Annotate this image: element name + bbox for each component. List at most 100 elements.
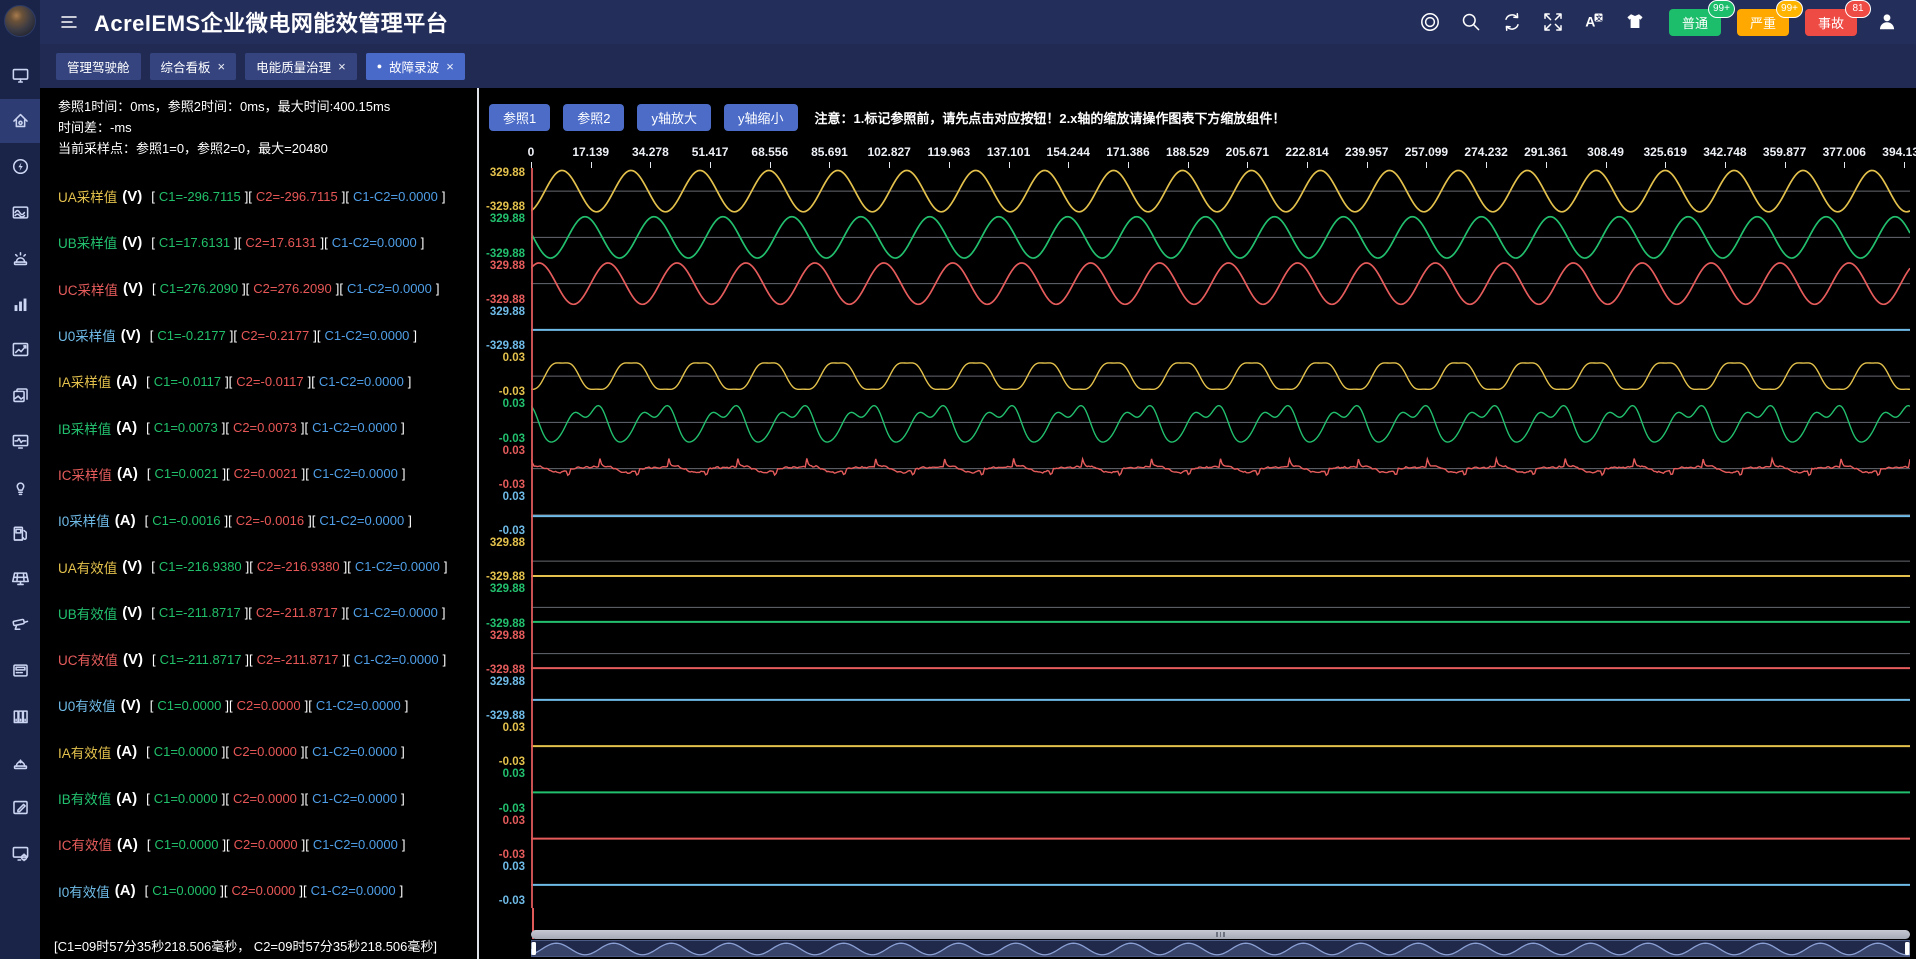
waveform-plot[interactable] bbox=[531, 168, 1910, 908]
channel-label: UA有效值 bbox=[58, 557, 117, 577]
menu-toggle-button[interactable] bbox=[58, 11, 80, 33]
meter-device-icon bbox=[11, 661, 30, 680]
energy-bolt-icon bbox=[11, 157, 30, 176]
tab-电能质量治理[interactable]: 电能质量治理× bbox=[245, 53, 357, 80]
channel-unit: (V) bbox=[122, 234, 142, 251]
search-button[interactable] bbox=[1460, 11, 1482, 33]
datazoom-left-handle[interactable] bbox=[532, 942, 537, 955]
cursor2-value: C2=0.0021 bbox=[234, 466, 298, 481]
alarm-accident-button[interactable]: 事故81 bbox=[1805, 9, 1857, 36]
cursor2-value: C2=17.6131 bbox=[245, 235, 316, 250]
datazoom-right-handle[interactable] bbox=[1905, 942, 1910, 955]
translate-button[interactable]: A文 bbox=[1583, 11, 1605, 33]
x-tick-label: 68.556 bbox=[751, 145, 788, 159]
y-max-label: 0.03 bbox=[503, 445, 525, 457]
sidebar bbox=[0, 0, 40, 959]
channel-label: UB采样值 bbox=[58, 232, 117, 252]
support-button[interactable] bbox=[1419, 11, 1441, 33]
user-menu-button[interactable] bbox=[1876, 11, 1898, 33]
channel-label: IC有效值 bbox=[58, 834, 112, 854]
sidebar-item-wave-chart[interactable] bbox=[0, 190, 40, 234]
sidebar-item-archive-binders[interactable] bbox=[0, 694, 40, 738]
cursor1-value: C1=-211.8717 bbox=[159, 605, 241, 620]
y-max-label: 0.03 bbox=[503, 722, 525, 734]
tab-故障录波[interactable]: ●故障录波× bbox=[366, 53, 465, 80]
y-min-label: -329.88 bbox=[486, 294, 525, 306]
translate-icon: A文 bbox=[1583, 11, 1605, 33]
active-tab-dot-icon: ● bbox=[377, 62, 382, 71]
x-tick-label: 359.877 bbox=[1763, 145, 1806, 159]
fullscreen-button[interactable] bbox=[1542, 11, 1564, 33]
alarm-siren-icon bbox=[11, 249, 30, 268]
user-avatar[interactable] bbox=[4, 5, 36, 37]
tab-管理驾驶舱[interactable]: 管理驾驶舱 bbox=[56, 53, 141, 80]
header-actions: A文 普通99+ 严重99+ 事故81 bbox=[1419, 9, 1898, 36]
alarm-normal-button[interactable]: 普通99+ bbox=[1669, 9, 1721, 36]
x-tick-label: 85.691 bbox=[811, 145, 848, 159]
sidebar-item-lightbulb[interactable] bbox=[0, 465, 40, 509]
reference2-button[interactable]: 参照2 bbox=[563, 104, 624, 131]
sidebar-item-screen-monitor[interactable] bbox=[0, 53, 40, 97]
app-root: { "header": { "title": "AcrelEMS企业微电网能效管… bbox=[0, 0, 1916, 959]
y-min-label: -329.88 bbox=[486, 571, 525, 583]
measurement-row: IB采样值(A)[C1=0.0073][C2=0.0073][C1-C2=0.0… bbox=[58, 404, 473, 450]
y-max-label: 329.88 bbox=[490, 213, 525, 225]
screen-monitor-icon bbox=[11, 66, 30, 85]
yaxis-zoom-out-button[interactable]: y轴缩小 bbox=[724, 104, 798, 131]
y-min-label: -0.03 bbox=[499, 386, 525, 398]
reference1-button[interactable]: 参照1 bbox=[489, 104, 550, 131]
x-tick-label: 274.232 bbox=[1464, 145, 1507, 159]
tab-close-icon[interactable]: × bbox=[446, 59, 454, 74]
tab-close-icon[interactable]: × bbox=[338, 59, 346, 74]
sidebar-item-edit-note[interactable] bbox=[0, 786, 40, 830]
sidebar-item-home[interactable] bbox=[0, 99, 40, 143]
horizontal-scrollbar[interactable] bbox=[531, 930, 1910, 939]
theme-button[interactable] bbox=[1624, 11, 1646, 33]
sidebar-item-solar-panel[interactable] bbox=[0, 557, 40, 601]
time-diff-line: 时间差：-ms bbox=[58, 117, 390, 138]
cursor-diff-value: C1-C2=0.0000 bbox=[316, 698, 401, 713]
refresh-button[interactable] bbox=[1501, 11, 1523, 33]
refresh-icon bbox=[1501, 11, 1523, 33]
sidebar-item-bar-chart[interactable] bbox=[0, 282, 40, 326]
y-max-label: 329.88 bbox=[490, 630, 525, 642]
cursor2-value: C2=-211.8717 bbox=[256, 605, 338, 620]
sidebar-item-monitor-pulse[interactable] bbox=[0, 419, 40, 463]
svg-text:A: A bbox=[1585, 14, 1595, 30]
cursor1-value: C1=0.0073 bbox=[154, 420, 218, 435]
yaxis-zoom-in-button[interactable]: y轴放大 bbox=[637, 104, 711, 131]
cursor-diff-value: C1-C2=0.0000 bbox=[347, 281, 432, 296]
wave-chart-icon bbox=[11, 203, 30, 222]
waveform-IC采样值 bbox=[531, 458, 1910, 475]
datazoom-slider[interactable] bbox=[531, 940, 1910, 957]
sidebar-item-report-images[interactable] bbox=[0, 374, 40, 418]
sidebar-item-energy-bolt[interactable] bbox=[0, 145, 40, 189]
theme-icon bbox=[1624, 11, 1646, 33]
alarm-severe-button[interactable]: 严重99+ bbox=[1737, 9, 1789, 36]
sample-point-line: 当前采样点：参照1=0，参照2=0，最大=20480 bbox=[58, 138, 390, 159]
cursor-diff-value: C1-C2=0.0000 bbox=[311, 883, 396, 898]
cursor-diff-value: C1-C2=0.0000 bbox=[332, 235, 417, 250]
sidebar-item-cctv-camera[interactable] bbox=[0, 603, 40, 647]
channel-unit: (A) bbox=[117, 836, 138, 853]
sidebar-item-alarm-siren[interactable] bbox=[0, 236, 40, 280]
chart-note: 注意：1.标记参照前，请先点击对应按钮！2.x轴的缩放请操作图表下方缩放组件！ bbox=[815, 108, 1286, 127]
y-min-label: -0.03 bbox=[499, 895, 525, 907]
cursor1-value: C1=-0.0117 bbox=[154, 374, 221, 389]
sidebar-item-alarm-light[interactable] bbox=[0, 740, 40, 784]
sidebar-item-ev-charger[interactable] bbox=[0, 511, 40, 555]
trend-chart-icon bbox=[11, 340, 30, 359]
measurement-row: UB有效值(V)[C1=-211.8717][C2=-211.8717][C1-… bbox=[58, 590, 473, 636]
tab-综合看板[interactable]: 综合看板× bbox=[150, 53, 237, 80]
channel-label: UC采样值 bbox=[58, 279, 118, 299]
x-tick-label: 325.619 bbox=[1644, 145, 1687, 159]
sidebar-item-trend-chart[interactable] bbox=[0, 328, 40, 372]
tab-close-icon[interactable]: × bbox=[218, 59, 226, 74]
cursor2-value: C2=276.2090 bbox=[253, 281, 331, 296]
sidebar-item-meter-device[interactable] bbox=[0, 648, 40, 692]
measurement-row: I0有效值(A)[C1=0.0000][C2=0.0000][C1-C2=0.0… bbox=[58, 867, 473, 913]
cursor-diff-value: C1-C2=0.0000 bbox=[324, 328, 409, 343]
app-title: AcrelEMS企业微电网能效管理平台 bbox=[94, 6, 448, 38]
cursor1-value: C1=-0.2177 bbox=[157, 328, 225, 343]
sidebar-item-system-settings[interactable] bbox=[0, 832, 40, 876]
